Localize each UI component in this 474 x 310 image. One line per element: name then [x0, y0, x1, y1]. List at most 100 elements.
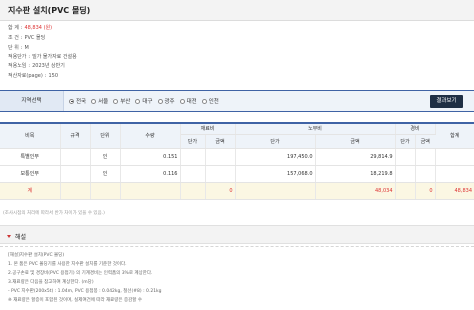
total-exp-price [395, 182, 416, 200]
col-lab-amount: 금액 [315, 134, 396, 149]
region-option-gwangju[interactable]: 광주 [157, 97, 175, 105]
collapse-triangle-icon [7, 235, 11, 238]
title-bar: 지수판 설치(PVC 몰딩) [0, 0, 474, 21]
info-key: 적용단가 [8, 54, 27, 60]
col-mat-amount: 금액 [205, 134, 236, 149]
col-spec: 규격 [60, 122, 91, 149]
cell-total [435, 165, 474, 183]
total-lab-price [235, 182, 316, 200]
total-lab-amount: 48,034 [315, 182, 396, 200]
table-header-row: 비목 규격 단위 수량 재료비 노무비 경비 합계 [0, 122, 474, 149]
radio-icon [113, 98, 119, 104]
info-labor-period: 적용노임:2023년 상반기 [8, 63, 65, 69]
info-key: 단 위 [8, 45, 19, 51]
radio-icon [135, 98, 141, 104]
region-option-daejeon[interactable]: 대전 [179, 97, 197, 105]
description-line: 2.공구손료 및 경장비(PVC 용접기) 의 기계경비는 인력품의 3%로 계… [8, 271, 153, 276]
info-value: 2023년 상반기 [32, 63, 65, 69]
page-title: 지수판 설치(PVC 몰딩) [8, 6, 91, 15]
col-unit: 단위 [90, 122, 121, 149]
total-exp-amount: 0 [415, 182, 436, 200]
cell-exp-amount [415, 165, 436, 183]
cell-mat-amount [205, 148, 236, 166]
info-value: 밀가 물가자료 건설용 [32, 54, 77, 60]
radio-icon [157, 98, 163, 104]
info-condition: 조 건: PVC 몰딩 [8, 35, 46, 41]
total-sum: 48,834 [435, 182, 474, 200]
description-line: ※ 재료량은 할증이 포함된 것이며, 실제여건에 따라 재료량은 증감할 수 [8, 298, 142, 303]
cell-lab-amount: 29,814.9 [315, 148, 396, 166]
region-option-busan[interactable]: 부산 [113, 97, 130, 105]
col-lab-price: 단가 [235, 134, 316, 149]
cell-qty: 0.116 [120, 165, 181, 183]
cell-name: 보통인부 [0, 165, 61, 183]
table-row: 보통인부 인 0.116 157,068.0 18,219.8 [0, 165, 474, 183]
region-label: 지역선택 [0, 91, 64, 111]
cost-table: 비목 규격 단위 수량 재료비 노무비 경비 합계 단가 금액 단가 금액 단가… [0, 122, 474, 200]
total-unit [90, 182, 121, 200]
cell-unit: 인 [90, 165, 121, 183]
view-results-button[interactable]: 결과보기 [430, 95, 463, 108]
col-labor: 노무비 [235, 122, 396, 135]
cell-exp-price [395, 148, 416, 166]
description-line: - PVC 지수판(200x5t) : 1.04m, PVC 용접봉 : 0.0… [8, 289, 162, 294]
info-key: 적산자료(page) [8, 73, 43, 79]
info-key: 적용노임 [8, 63, 27, 69]
region-option-daegu[interactable]: 대구 [135, 97, 153, 105]
cell-qty: 0.151 [120, 148, 181, 166]
description-title: 해설 [7, 232, 26, 241]
cell-mat-amount [205, 165, 236, 183]
total-mat-price [180, 182, 206, 200]
cell-spec [60, 148, 91, 166]
region-selector: 지역선택 전국 서울 부산 대구 광주 대전 인천 결과보기 [0, 90, 474, 112]
table-row: 특별인부 인 0.151 197,450.0 29,814.9 [0, 148, 474, 166]
price-note: (조사시점의 처리에 따라서 반가 차이가 있을 수 있음.) [3, 211, 105, 216]
cell-exp-price [395, 165, 416, 183]
total-qty [120, 182, 181, 200]
radio-icon [69, 98, 74, 104]
info-value: PVC 몰딩 [24, 35, 46, 41]
description-body: [해설]지수판 설치(PVC 몰딩) 1. 본 품은 PVC 몰딩기를 사용한 … [0, 246, 474, 310]
radio-icon [91, 98, 97, 104]
col-mat-price: 단가 [180, 134, 206, 149]
cell-exp-amount [415, 148, 436, 166]
cell-name: 특별인부 [0, 148, 61, 166]
total-mat-amount: 0 [205, 182, 236, 200]
cell-mat-price [180, 148, 206, 166]
cell-unit: 인 [90, 148, 121, 166]
description-title-text: 해설 [15, 234, 27, 241]
region-options: 전국 서울 부산 대구 광주 대전 인천 [69, 97, 219, 105]
col-exp-price: 단가 [395, 134, 416, 149]
total-spec [60, 182, 91, 200]
col-material: 재료비 [180, 122, 236, 135]
cell-lab-amount: 18,219.8 [315, 165, 396, 183]
cell-mat-price [180, 165, 206, 183]
description-line: 3.재료량은 다음을 참고하여 계상한다. (m당) [8, 280, 94, 285]
description-line: 1. 본 품은 PVC 몰딩기를 사용한 지수판 설치를 기준한 것이다. [8, 262, 127, 267]
col-name: 비목 [0, 122, 61, 149]
info-value: 48,834 (원) [24, 25, 53, 31]
region-option-all[interactable]: 전국 [69, 97, 86, 105]
total-label: 계 [0, 182, 61, 200]
info-price-source: 적용단가: 밀가 물가자료 건설용 [8, 54, 77, 60]
info-key: 조 건 [8, 35, 19, 41]
col-expense: 경비 [395, 122, 436, 135]
col-exp-amount: 금액 [415, 134, 435, 149]
region-option-incheon[interactable]: 인천 [201, 97, 219, 105]
info-total: 합 계:48,834 (원) [8, 25, 53, 31]
info-value: 150 [48, 73, 59, 79]
info-key: 합 계 [8, 25, 19, 31]
col-qty: 수량 [120, 122, 181, 149]
cell-lab-price: 197,450.0 [235, 148, 316, 166]
radio-icon [201, 98, 207, 104]
description-header[interactable]: 해설 [0, 225, 474, 244]
info-page: 적산자료(page):150 [8, 73, 59, 79]
info-unit: 단 위:M [8, 45, 29, 51]
region-option-seoul[interactable]: 서울 [91, 97, 108, 105]
description-line: [해설]지수판 설치(PVC 몰딩) [8, 253, 65, 258]
cell-lab-price: 157,068.0 [235, 165, 316, 183]
table-total-row: 계 0 48,034 0 48,834 [0, 182, 474, 200]
cell-spec [60, 165, 91, 183]
col-total: 합계 [435, 122, 474, 149]
info-value: M [24, 45, 29, 51]
